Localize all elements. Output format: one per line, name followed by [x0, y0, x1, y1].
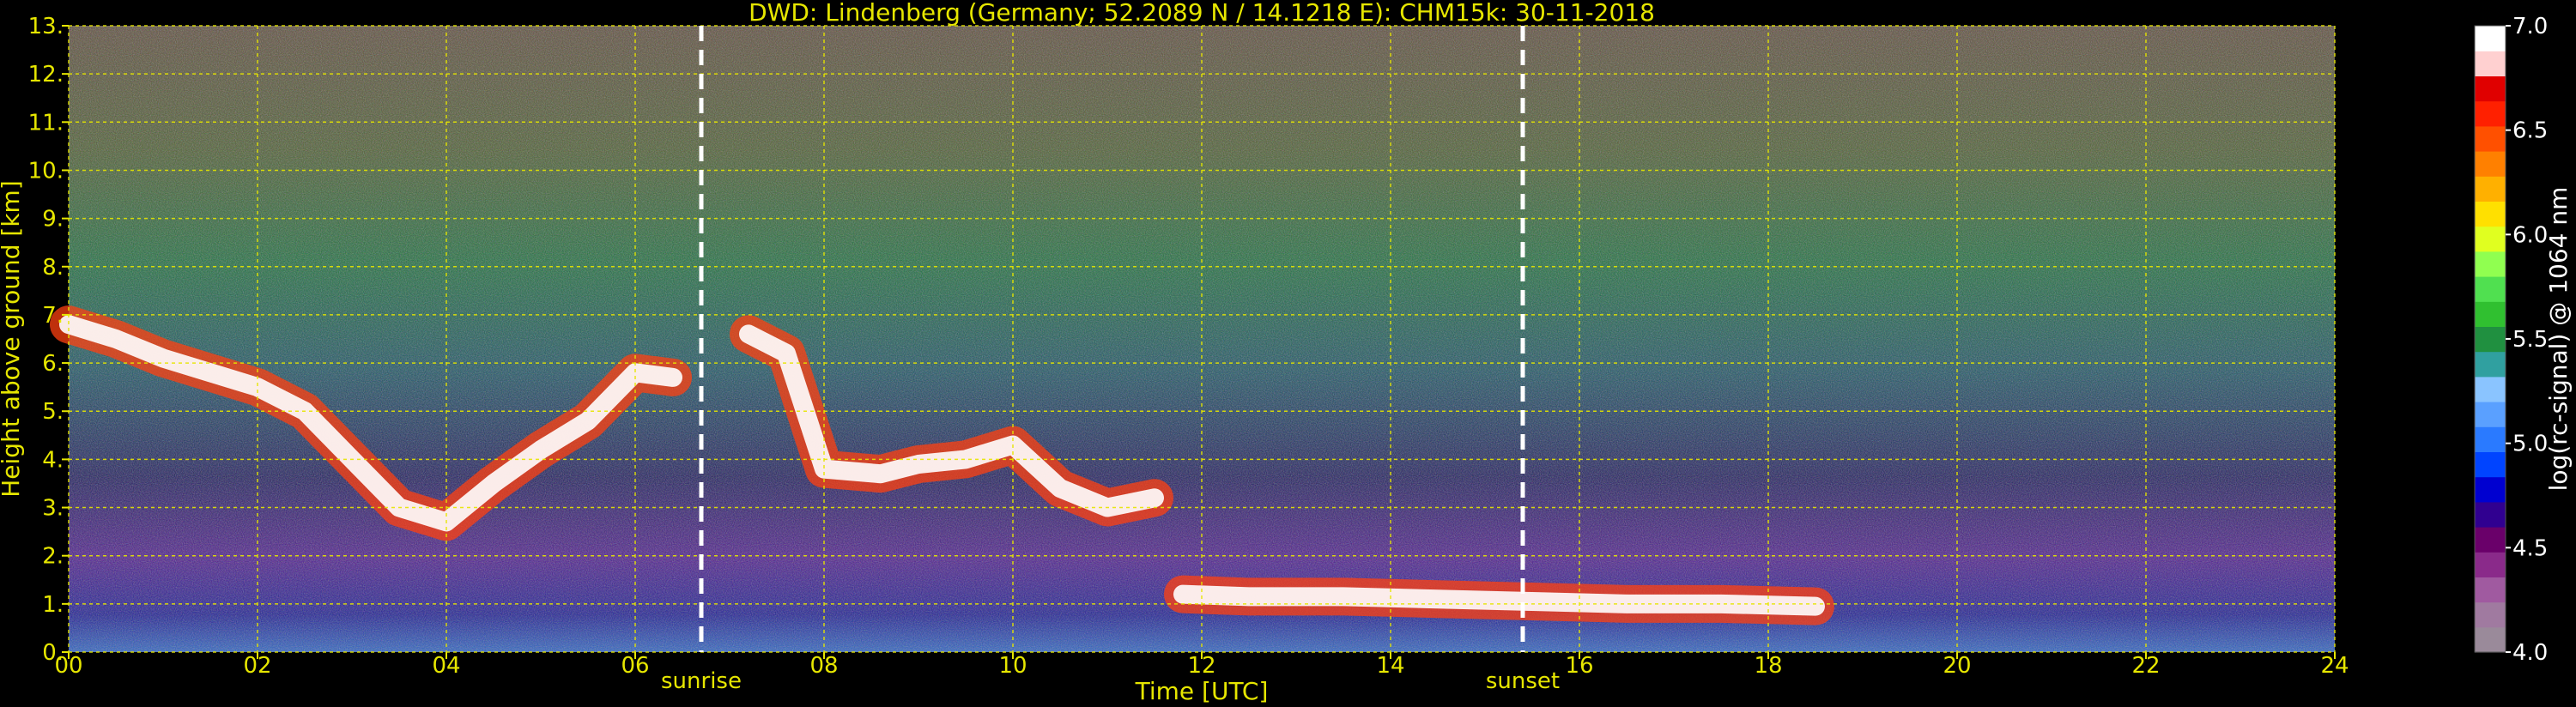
colorbar-tick-label: 4.0 — [2512, 640, 2548, 666]
colorbar-segment — [2475, 76, 2506, 102]
x-tick-label: 16 — [1565, 653, 1593, 679]
plot-area: sunrise sunset — [50, 25, 2336, 694]
colorbar-segment — [2475, 501, 2506, 528]
colorbar: 4.0 4.5 5.0 5.5 6.0 6.5 7.0 — [2474, 14, 2548, 666]
y-tick-label: 11. — [28, 110, 64, 136]
colorbar-segment — [2475, 151, 2506, 177]
colorbar-segment — [2475, 376, 2506, 402]
x-axis-label: Time [UTC] — [1135, 677, 1269, 705]
x-axis-ticks: 00 02 04 06 08 10 12 14 16 18 20 22 24 — [54, 652, 2349, 679]
colorbar-tick-label: 6.0 — [2512, 222, 2548, 248]
colorbar-segment — [2475, 351, 2506, 378]
colorbar-segment — [2475, 176, 2506, 202]
x-tick-label: 04 — [432, 653, 460, 679]
x-tick-label: 12 — [1187, 653, 1215, 679]
y-axis-label: Height above ground [km] — [0, 180, 25, 498]
lidar-chart: DWD: Lindenberg (Germany; 52.2089 N / 14… — [0, 0, 2573, 705]
colorbar-tick-label: 5.0 — [2512, 432, 2548, 457]
y-tick-label: 1. — [42, 592, 64, 618]
colorbar-tick-label: 6.5 — [2512, 118, 2548, 144]
colorbar-segment — [2475, 100, 2506, 127]
y-tick-label: 0. — [42, 640, 64, 666]
colorbar-segment — [2475, 451, 2506, 478]
colorbar-label: log(rc-signal) @ 1064 nm — [2544, 187, 2573, 492]
y-tick-label: 10. — [28, 158, 64, 184]
x-tick-label: 20 — [1943, 653, 1971, 679]
colorbar-segment — [2475, 402, 2506, 427]
colorbar-segment — [2475, 626, 2506, 653]
colorbar-segment — [2475, 201, 2506, 227]
colorbar-segment — [2475, 51, 2506, 76]
colorbar-segment — [2475, 426, 2506, 452]
x-tick-label: 06 — [621, 653, 649, 679]
chart-title: DWD: Lindenberg (Germany; 52.2089 N / 14… — [749, 0, 1655, 27]
y-tick-label: 12. — [28, 62, 64, 88]
colorbar-tick-label: 7.0 — [2512, 14, 2548, 39]
x-tick-label: 24 — [2320, 653, 2349, 679]
y-tick-label: 2. — [42, 544, 64, 570]
colorbar-tick-label: 5.5 — [2512, 327, 2548, 353]
y-tick-label: 5. — [42, 399, 64, 425]
x-tick-label: 18 — [1754, 653, 1782, 679]
colorbar-segment — [2475, 26, 2506, 51]
colorbar-segment — [2475, 251, 2506, 277]
marker-label-sunrise: sunrise — [661, 668, 742, 694]
y-tick-label: 13. — [28, 14, 64, 39]
colorbar-segment — [2475, 326, 2506, 353]
x-tick-label: 14 — [1376, 653, 1404, 679]
noise-texture — [69, 26, 2335, 652]
x-tick-label: 10 — [998, 653, 1027, 679]
y-tick-label: 7. — [42, 303, 64, 329]
x-tick-label: 22 — [2131, 653, 2160, 679]
colorbar-segment — [2475, 125, 2506, 152]
colorbar-segment — [2475, 601, 2506, 628]
y-tick-label: 8. — [42, 255, 64, 281]
colorbar-segment — [2475, 577, 2506, 603]
x-tick-label: 08 — [809, 653, 838, 679]
colorbar-segment — [2475, 476, 2506, 503]
marker-label-sunset: sunset — [1486, 668, 1560, 694]
y-tick-label: 3. — [42, 496, 64, 522]
x-tick-label: 02 — [243, 653, 271, 679]
y-tick-label: 9. — [42, 207, 64, 233]
colorbar-segment — [2475, 226, 2506, 252]
colorbar-segment — [2475, 527, 2506, 553]
colorbar-segment — [2475, 552, 2506, 577]
y-tick-label: 4. — [42, 447, 64, 473]
colorbar-tick-label: 4.5 — [2512, 535, 2548, 561]
y-tick-label: 6. — [42, 351, 64, 377]
colorbar-segment — [2475, 301, 2506, 327]
colorbar-segment — [2475, 276, 2506, 302]
